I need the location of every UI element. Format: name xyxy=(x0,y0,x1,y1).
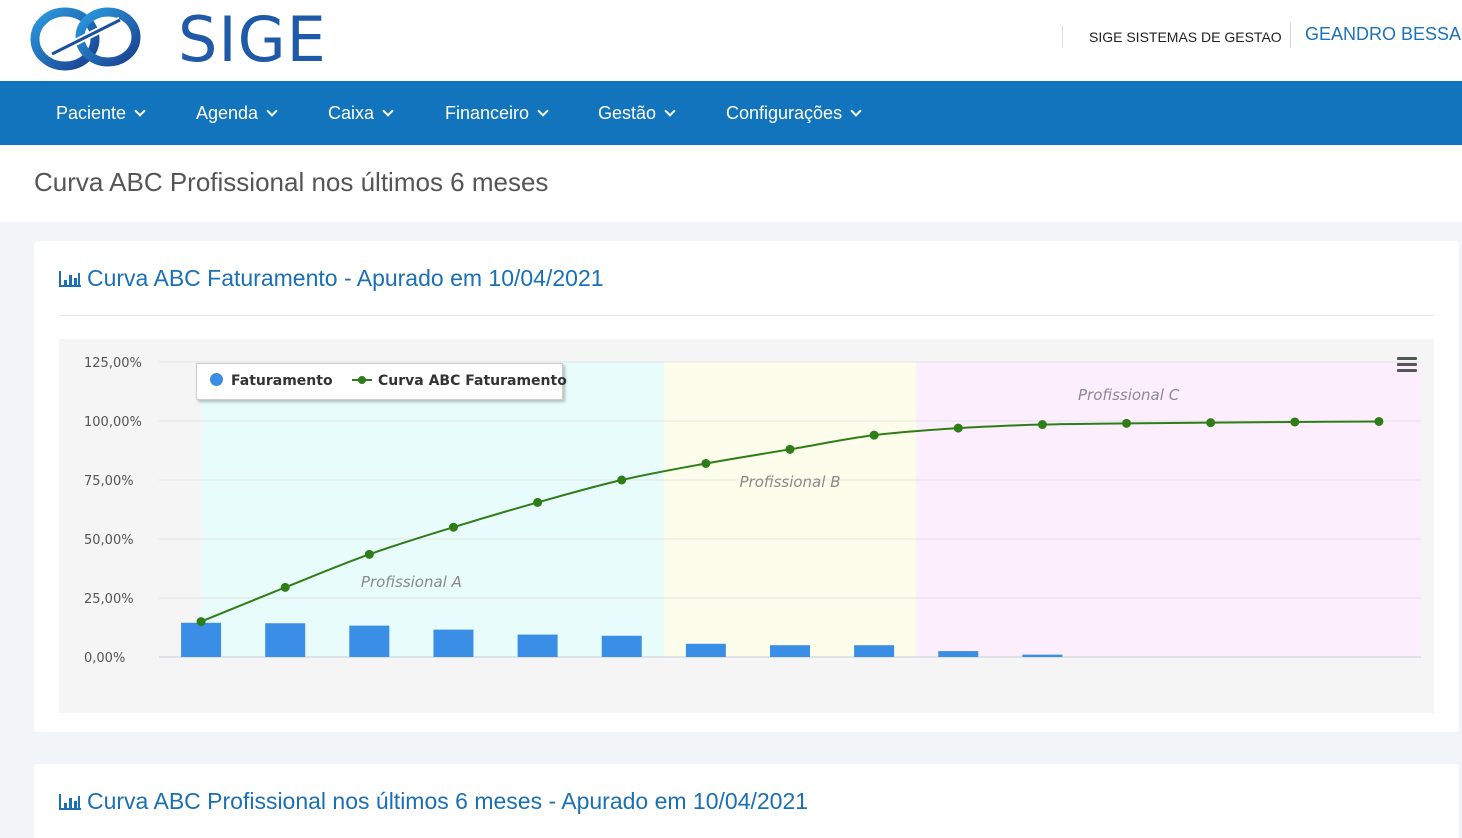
bar xyxy=(1022,654,1063,657)
chevron-down-icon xyxy=(537,105,549,117)
nav-gestao[interactable]: Gestão xyxy=(598,81,676,145)
bar xyxy=(433,629,474,657)
nav-label: Gestão xyxy=(598,103,657,123)
line-point xyxy=(617,475,627,485)
line-point xyxy=(953,423,963,433)
infinity-logo-icon xyxy=(30,7,141,71)
nav-paciente[interactable]: Paciente xyxy=(56,81,146,145)
band-label: Profissional A xyxy=(361,573,462,591)
bar xyxy=(181,622,222,657)
legend-label: Faturamento xyxy=(231,373,333,389)
plot-band-2 xyxy=(663,362,917,657)
plot-band-1 xyxy=(201,362,664,657)
page-header: Curva ABC Profissional nos últimos 6 mes… xyxy=(0,145,1462,222)
nav-agenda[interactable]: Agenda xyxy=(196,81,278,145)
line-point xyxy=(196,617,206,627)
chevron-down-icon xyxy=(134,105,146,117)
line-point xyxy=(1037,420,1047,430)
top-header: SIGE SIGE SISTEMAS DE GESTAO GEANDRO BES… xyxy=(0,0,1462,81)
line-point xyxy=(785,444,795,454)
bar xyxy=(770,645,810,657)
nav-caixa[interactable]: Caixa xyxy=(328,81,394,145)
band-label: Profissional C xyxy=(1078,386,1180,404)
chart-legend: Faturamento Curva ABC Faturamento xyxy=(196,363,567,400)
nav-label: Caixa xyxy=(328,103,375,123)
main-nav: Paciente Agenda Caixa Financeiro Gestão … xyxy=(0,81,1462,145)
nav-financeiro[interactable]: Financeiro xyxy=(445,81,549,145)
panel-divider xyxy=(59,315,1434,316)
legend-label: Curva ABC Faturamento xyxy=(378,373,567,389)
y-tick-label: 50,00% xyxy=(84,533,134,548)
panel-title: Curva ABC Faturamento - Apurado em 10/04… xyxy=(59,265,604,292)
y-tick-label: 25,00% xyxy=(84,592,134,607)
sige-logo[interactable]: SIGE xyxy=(30,2,326,76)
line-point xyxy=(1290,417,1300,427)
y-tick-label: 0,00% xyxy=(84,651,125,666)
band-label: Profissional B xyxy=(740,473,841,491)
header-divider xyxy=(1290,22,1291,48)
legend-line-icon xyxy=(352,373,372,386)
line-point xyxy=(701,458,711,468)
panel-title: Curva ABC Profissional nos últimos 6 mes… xyxy=(59,788,808,815)
user-menu-link[interactable]: GEANDRO BESSA xyxy=(1305,24,1461,45)
line-point xyxy=(533,497,543,507)
line-point xyxy=(280,582,290,592)
nav-label: Agenda xyxy=(196,103,259,123)
nav-label: Paciente xyxy=(56,103,127,123)
line-point xyxy=(1206,418,1216,428)
line-point xyxy=(869,430,879,440)
nav-label: Financeiro xyxy=(445,103,530,123)
chevron-down-icon xyxy=(266,105,278,117)
bar xyxy=(265,623,306,657)
line-point xyxy=(1374,416,1384,426)
y-tick-label: 100,00% xyxy=(84,415,142,430)
line-point xyxy=(448,522,458,532)
bar-chart-icon xyxy=(59,794,81,810)
page-title: Curva ABC Profissional nos últimos 6 mes… xyxy=(34,167,549,197)
bar xyxy=(938,651,979,657)
bar xyxy=(854,645,895,657)
faturamento-panel: Curva ABC Faturamento - Apurado em 10/04… xyxy=(34,241,1459,732)
logo-text: SIGE xyxy=(178,3,327,76)
profissional-panel: Curva ABC Profissional nos últimos 6 mes… xyxy=(34,764,1459,838)
panel-title-text: Curva ABC Profissional nos últimos 6 mes… xyxy=(87,788,809,814)
bar xyxy=(601,635,642,657)
company-name: SIGE SISTEMAS DE GESTAO xyxy=(1089,29,1282,45)
chevron-down-icon xyxy=(850,105,862,117)
chevron-down-icon xyxy=(382,105,394,117)
line-point xyxy=(1122,418,1132,428)
chevron-down-icon xyxy=(664,105,676,117)
bar xyxy=(685,643,726,657)
header-divider xyxy=(1062,26,1063,48)
line-point xyxy=(364,549,374,559)
bar xyxy=(517,634,558,657)
nav-configuracoes[interactable]: Configurações xyxy=(726,81,862,145)
legend-dot-icon xyxy=(210,373,223,386)
bar xyxy=(349,625,390,657)
legend-item-faturamento[interactable]: Faturamento xyxy=(210,373,333,389)
abc-chart: 0,00% 25,00% 50,00% 75,00% 100,00% 125,00% Pro… xyxy=(59,339,1434,713)
bar-chart-icon xyxy=(59,271,81,287)
panel-title-text: Curva ABC Faturamento - Apurado em 10/04… xyxy=(87,265,604,291)
plot-band-3 xyxy=(916,362,1421,657)
chart-menu-icon[interactable] xyxy=(1395,355,1419,375)
y-tick-label: 75,00% xyxy=(84,474,134,489)
y-tick-label: 125,00% xyxy=(84,356,142,371)
legend-item-curva[interactable]: Curva ABC Faturamento xyxy=(352,373,567,389)
nav-label: Configurações xyxy=(726,103,843,123)
